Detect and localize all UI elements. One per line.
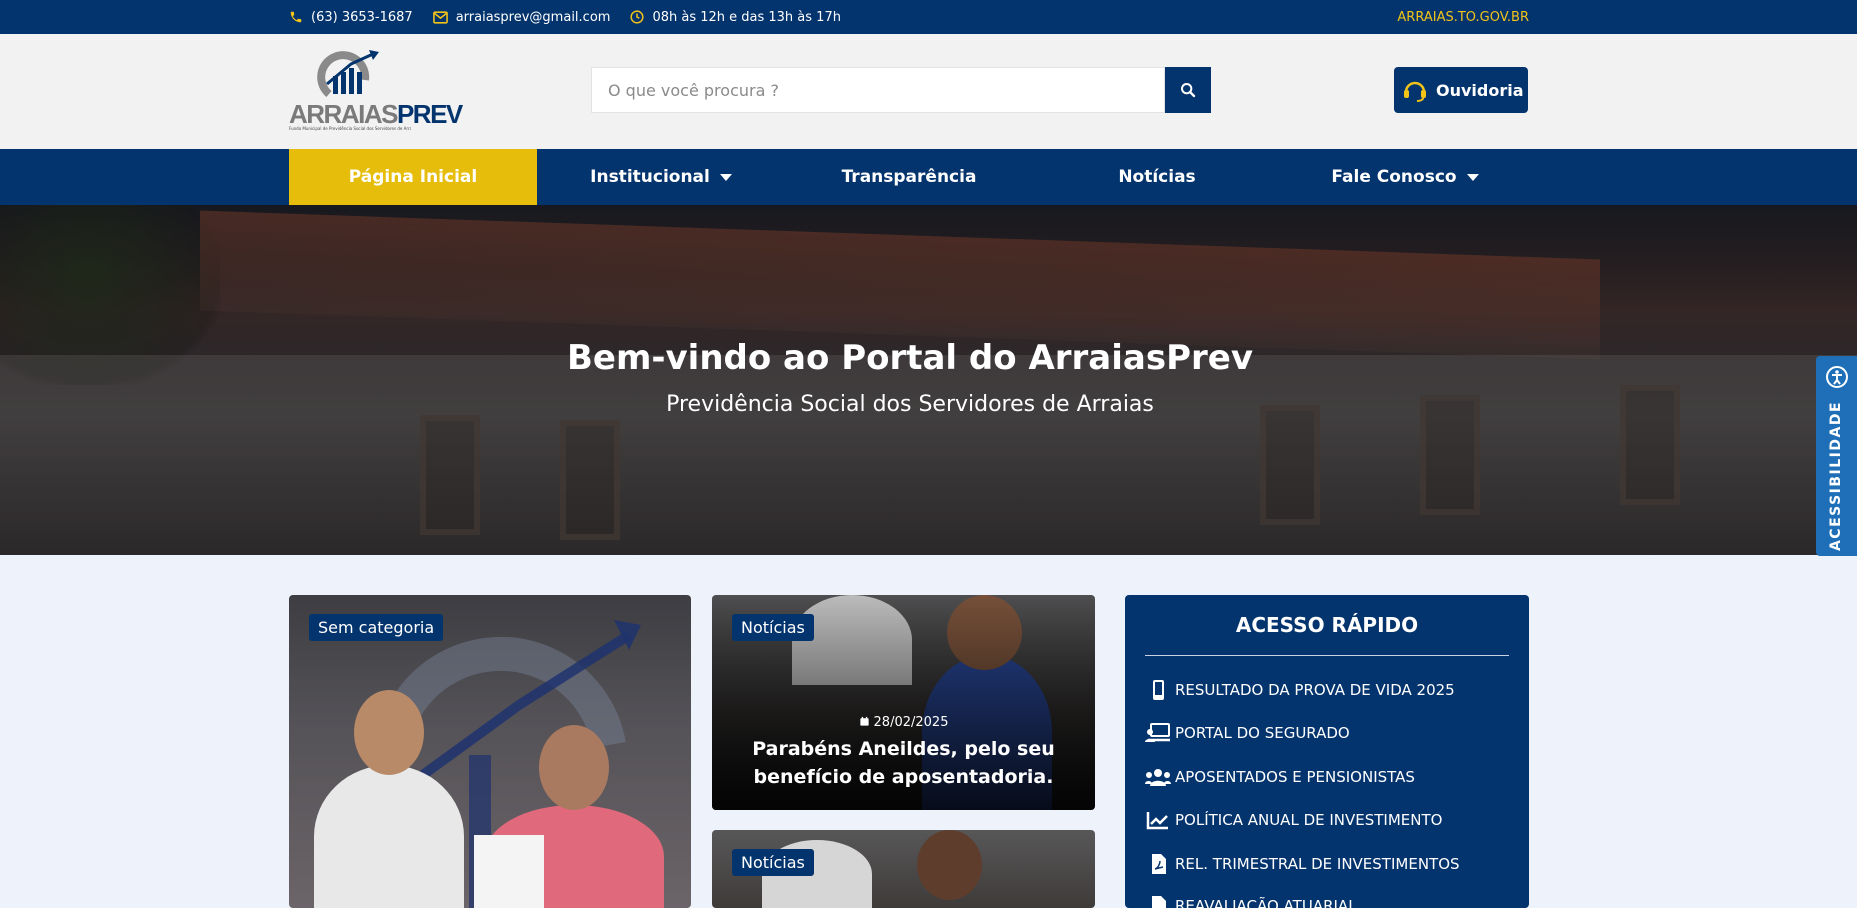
logo[interactable]: ARRAIASPREV Fundo Municipal de Previdênc… [289, 50, 463, 131]
nav-item-noticias[interactable]: Notícias [1033, 149, 1281, 205]
category-badge[interactable]: Sem categoria [309, 614, 444, 641]
quick-link-politica-investimento[interactable]: POLÍTICA ANUAL DE INVESTIMENTO [1145, 807, 1442, 833]
logo-subtitle: Fundo Municipal de Previdência Social do… [289, 126, 411, 131]
caret-down-icon [719, 173, 732, 181]
email-text: arraiasprev@gmail.com [455, 9, 611, 25]
site-link[interactable]: ARRAIAS.TO.GOV.BR [1397, 10, 1529, 25]
mobile-icon [1153, 680, 1164, 700]
photo-document [474, 835, 544, 908]
category-badge[interactable]: Notícias [732, 614, 814, 641]
news-card-featured[interactable]: Sem categoria [289, 595, 691, 908]
hours-info: 08h às 12h e das 13h às 17h [630, 10, 841, 25]
nav-item-home[interactable]: Página Inicial [289, 149, 537, 205]
hero-subtitle: Previdência Social dos Servidores de Arr… [666, 392, 1154, 417]
quick-link-prova-de-vida[interactable]: RESULTADO DA PROVA DE VIDA 2025 [1145, 677, 1455, 703]
hero-banner: Bem-vindo ao Portal do ArraiasPrev Previ… [0, 205, 1857, 555]
divider [1145, 655, 1509, 656]
phone-icon [290, 11, 302, 23]
category-badge[interactable]: Notícias [732, 849, 814, 876]
hero-window [560, 420, 620, 540]
nav-item-transparencia[interactable]: Transparência [785, 149, 1033, 205]
search-form [591, 67, 1211, 113]
quick-access-panel: ACESSO RÁPIDO RESULTADO DA PROVA DE VIDA… [1125, 595, 1529, 908]
photo-head [539, 725, 609, 810]
caret-down-icon [1466, 173, 1479, 181]
hero-window [1260, 405, 1320, 525]
phone-text: (63) 3653-1687 [311, 9, 413, 25]
phone-info[interactable]: (63) 3653-1687 [289, 10, 413, 25]
search-button[interactable] [1165, 67, 1211, 113]
hero-window [420, 415, 480, 535]
top-bar: (63) 3653-1687 arraiasprev@gmail.com 08h… [0, 0, 1857, 34]
accessibility-icon [1826, 366, 1848, 388]
photo-head [917, 830, 982, 900]
clock-icon [630, 10, 644, 24]
hero-background-wall [0, 355, 1857, 555]
quick-link-aposentados[interactable]: APOSENTADOS E PENSIONISTAS [1145, 764, 1415, 790]
card-date: 28/02/2025 [712, 715, 1095, 730]
hero-title: Bem-vindo ao Portal do ArraiasPrev [566, 338, 1253, 378]
email-info[interactable]: arraiasprev@gmail.com [432, 9, 611, 25]
header: ARRAIASPREV Fundo Municipal de Previdênc… [0, 34, 1857, 149]
file-pdf-icon [1152, 854, 1166, 874]
card-title[interactable]: Parabéns Aneildes, pelo seu benefício de… [752, 735, 1055, 791]
chart-line-icon [1146, 812, 1168, 830]
nav-item-fale-conosco[interactable]: Fale Conosco [1281, 149, 1529, 205]
accessibility-label: ACESSIBILIDADE [1828, 400, 1844, 552]
quick-access-title: ACESSO RÁPIDO [1235, 613, 1419, 637]
news-card[interactable]: Notícias 28/02/2025 Parabéns Aneildes, p… [712, 595, 1095, 810]
users-icon [1145, 769, 1171, 786]
quick-link-reavaliacao[interactable]: REAVALIAÇÃO ATUARIAL [1145, 893, 1357, 908]
news-card[interactable]: Notícias [712, 830, 1095, 908]
accessibility-tab[interactable]: ACESSIBILIDADE [1816, 356, 1857, 556]
logo-emblem-icon [317, 50, 379, 98]
calendar-icon [859, 716, 869, 726]
search-input[interactable] [591, 67, 1165, 113]
main-nav: Página Inicial Institucional Transparênc… [0, 149, 1857, 205]
hours-text: 08h às 12h e das 13h às 17h [652, 9, 841, 25]
quick-link-rel-trimestral[interactable]: REL. TRIMESTRAL DE INVESTIMENTOS [1145, 851, 1460, 877]
ouvidoria-label: Ouvidoria [1436, 80, 1524, 100]
photo-person [314, 765, 464, 908]
envelope-icon [432, 10, 448, 24]
nav-item-institucional[interactable]: Institucional [537, 149, 785, 205]
laptop-user-icon [1145, 723, 1170, 742]
photo-head [354, 690, 424, 775]
quick-link-portal-segurado[interactable]: PORTAL DO SEGURADO [1145, 720, 1350, 746]
headset-icon [1404, 81, 1426, 102]
ouvidoria-button[interactable]: Ouvidoria [1394, 67, 1528, 113]
search-icon [1181, 83, 1196, 98]
file-icon [1152, 896, 1166, 908]
